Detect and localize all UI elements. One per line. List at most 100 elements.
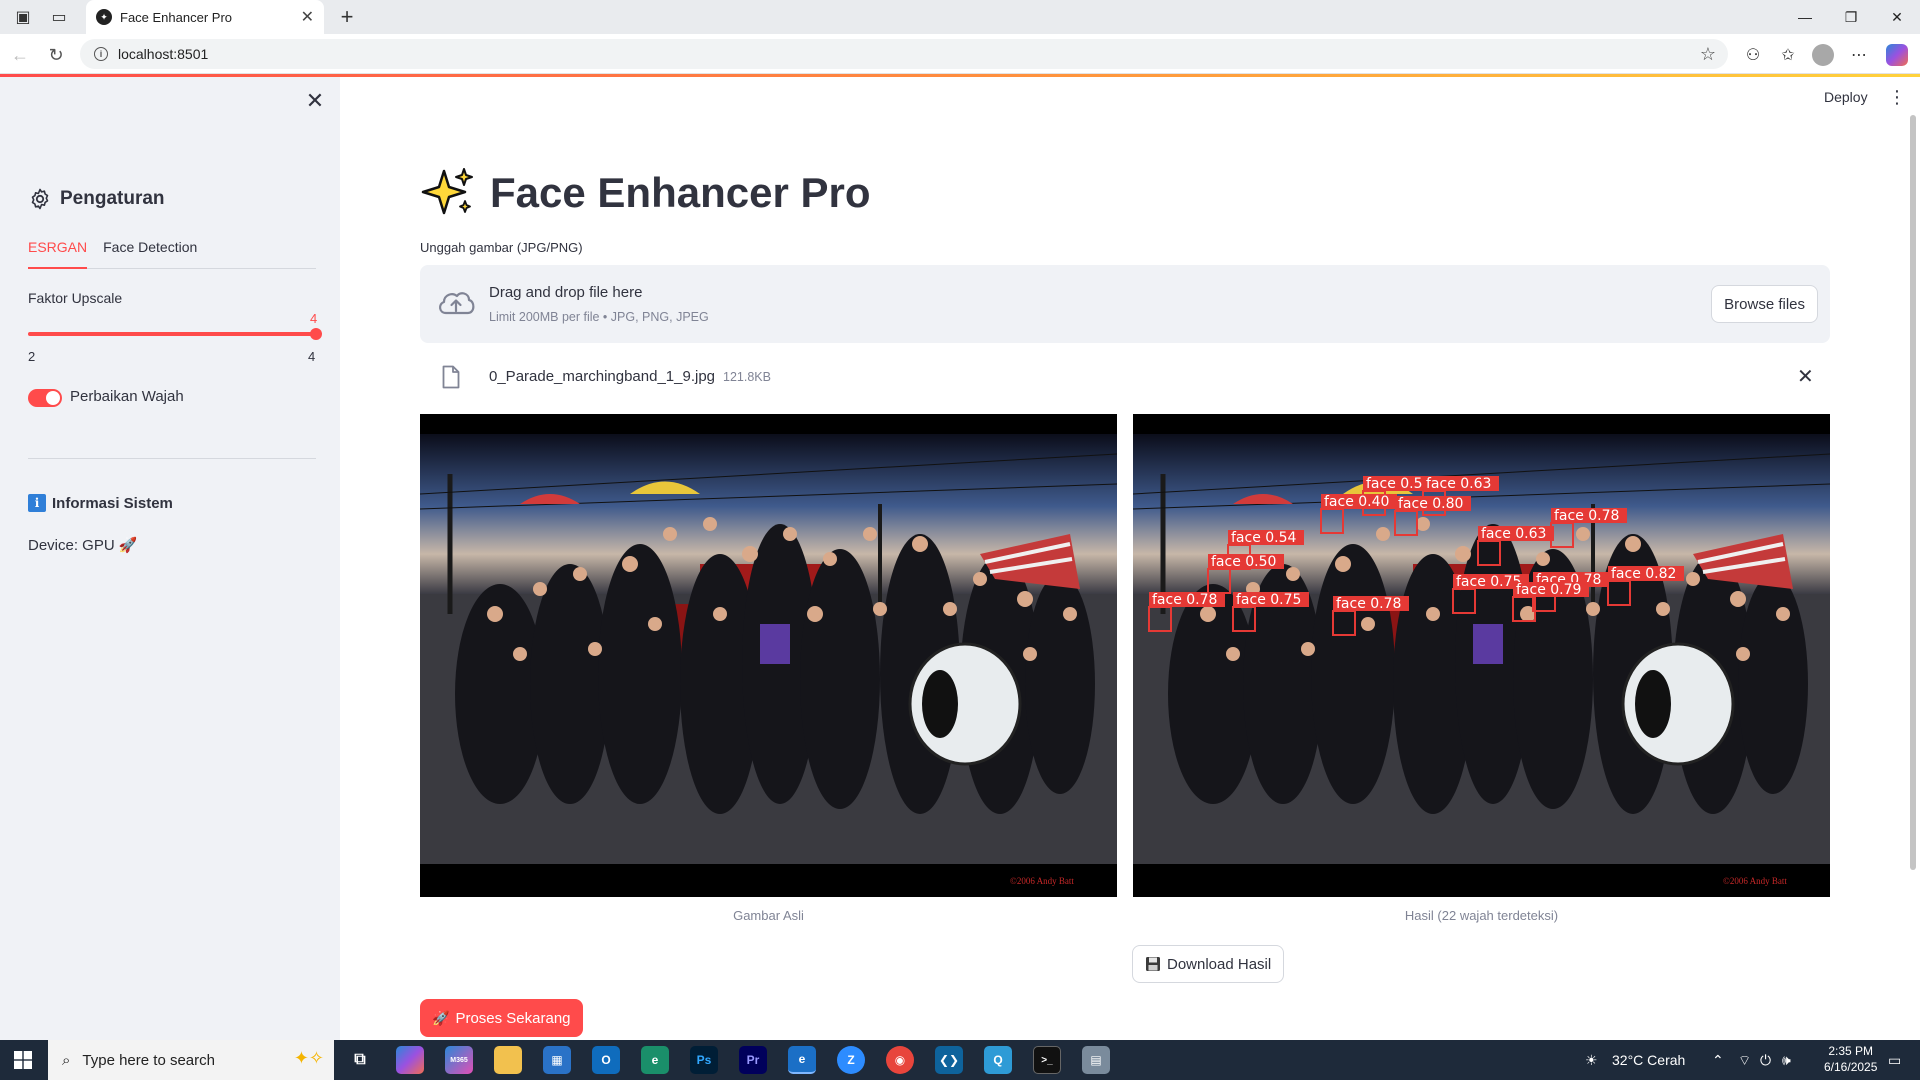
- close-window-button[interactable]: ✕: [1874, 0, 1920, 34]
- face-detection-label: face 0.78: [1152, 592, 1217, 608]
- edge-icon[interactable]: e: [788, 1046, 816, 1074]
- favorite-star-icon[interactable]: ☆: [1700, 44, 1716, 65]
- vscode-icon[interactable]: ❮❯: [935, 1046, 963, 1074]
- information-icon: i: [28, 494, 46, 512]
- uploaded-file-row: 0_Parade_marchingband_1_9.jpg 121.8KB ✕: [420, 359, 1830, 395]
- settings-tabs: ESRGAN Face Detection: [28, 239, 316, 269]
- dropzone-subtitle: Limit 200MB per file • JPG, PNG, JPEG: [489, 310, 709, 324]
- download-label: Download Hasil: [1167, 955, 1272, 973]
- sparkles-icon: [421, 168, 473, 215]
- site-info-icon[interactable]: i: [94, 47, 108, 61]
- process-now-button[interactable]: 🚀 Proses Sekarang: [420, 999, 583, 1037]
- network-icon[interactable]: ⌔: [1738, 1052, 1751, 1070]
- result-watermark: ©2006 Andy Batt: [1723, 876, 1787, 886]
- taskbar-clock[interactable]: 2:35 PM 6/16/2025: [1824, 1043, 1877, 1075]
- main-menu-icon[interactable]: ⋮: [1888, 87, 1906, 108]
- minimize-button[interactable]: —: [1782, 0, 1828, 34]
- taskbar-search-placeholder: Type here to search: [82, 1051, 215, 1069]
- page-title-text: Face Enhancer Pro: [490, 169, 871, 216]
- address-bar[interactable]: i localhost:8501 ☆: [80, 39, 1728, 69]
- result-photo-scene: ©2006 Andy Batt face 0.57face 0.63face 0…: [1133, 414, 1830, 897]
- restore-button[interactable]: ❐: [1828, 0, 1874, 34]
- search-highlight-icon: ✦✧: [293, 1048, 324, 1068]
- weather-icon[interactable]: ☀: [1585, 1052, 1598, 1069]
- copilot-icon[interactable]: [1884, 42, 1910, 68]
- face-detection-label: face 0.63: [1426, 476, 1491, 492]
- app-q-icon[interactable]: Q: [984, 1046, 1012, 1074]
- device-text: Device: GPU 🚀: [28, 537, 138, 554]
- sidebar-divider: [28, 458, 316, 459]
- floppy-disk-icon: [1146, 957, 1160, 971]
- face-detection-label: face 0.57: [1366, 476, 1431, 492]
- tab-title: Face Enhancer Pro: [120, 9, 233, 25]
- tab-actions-icon[interactable]: ▭: [42, 0, 76, 34]
- power-icon[interactable]: ⏻: [1760, 1052, 1771, 1069]
- profile-avatar[interactable]: [1810, 42, 1836, 68]
- outlook-icon[interactable]: O: [592, 1046, 620, 1074]
- gear-icon: [31, 188, 49, 210]
- sidebar: ✕ Pengaturan ESRGAN Face Detection Fakto…: [0, 77, 340, 1040]
- face-restore-toggle[interactable]: [28, 389, 62, 407]
- edge-beta-icon[interactable]: e: [641, 1046, 669, 1074]
- windows-start-icon[interactable]: [14, 1051, 32, 1069]
- face-detection-label: face 0.79: [1516, 582, 1581, 598]
- windows-taskbar: ⌕ Type here to search ✦✧ ⧉ M365 ▦ O e Ps…: [0, 1040, 1920, 1080]
- download-result-button[interactable]: Download Hasil: [1132, 945, 1285, 983]
- workspaces-icon[interactable]: ▣: [6, 0, 40, 34]
- dropzone-title: Drag and drop file here: [489, 284, 643, 301]
- tab-close-icon[interactable]: ✕: [301, 7, 314, 27]
- volume-icon[interactable]: 🕪: [1782, 1052, 1791, 1069]
- taskbar-search-box[interactable]: ⌕ Type here to search ✦✧: [48, 1040, 334, 1080]
- upscale-slider-track[interactable]: [28, 332, 316, 336]
- chrome-icon[interactable]: ◉: [886, 1046, 914, 1074]
- original-image: ©2006 Andy Batt: [420, 414, 1117, 897]
- face-detection-label: face 0.63: [1481, 526, 1546, 542]
- m365-app-icon[interactable]: M365: [445, 1046, 473, 1074]
- ms-store-icon[interactable]: ▦: [543, 1046, 571, 1074]
- browser-tab-active[interactable]: ✦ Face Enhancer Pro ✕: [86, 0, 324, 34]
- upscale-slider-label: Faktor Upscale: [28, 290, 123, 306]
- face-detection-label: face 0.40: [1324, 494, 1389, 510]
- extension-icon[interactable]: ⚇: [1740, 42, 1766, 68]
- tray-chevron-icon[interactable]: ⌃: [1712, 1052, 1724, 1069]
- file-explorer-icon[interactable]: [494, 1046, 522, 1074]
- tab-esrgan[interactable]: ESRGAN: [28, 239, 88, 269]
- face-detection-label: face 0.75: [1456, 574, 1521, 590]
- favorites-icon[interactable]: ✩: [1775, 42, 1801, 68]
- file-size: 121.8KB: [723, 370, 771, 384]
- browse-files-button[interactable]: Browse files: [1711, 285, 1818, 323]
- more-menu-icon[interactable]: ⋯: [1846, 42, 1872, 68]
- file-dropzone[interactable]: Drag and drop file here Limit 200MB per …: [420, 265, 1830, 343]
- process-label: Proses Sekarang: [455, 1009, 571, 1027]
- terminal-icon[interactable]: >_: [1033, 1046, 1061, 1074]
- page-title: Face Enhancer Pro: [420, 165, 870, 221]
- app-window-icon[interactable]: ▤: [1082, 1046, 1110, 1074]
- face-detection-label: face 0.78: [1554, 508, 1619, 524]
- search-icon: ⌕: [62, 1051, 71, 1069]
- notifications-icon[interactable]: ▭: [1888, 1052, 1901, 1069]
- page-scrollbar[interactable]: [1910, 115, 1916, 870]
- face-detection-label: face 0.75: [1236, 592, 1301, 608]
- copilot-app-icon[interactable]: [396, 1046, 424, 1074]
- file-icon: [442, 365, 460, 389]
- url-text: localhost:8501: [118, 46, 209, 62]
- upscale-slider-value: 4: [310, 311, 318, 326]
- system-info-header: i Informasi Sistem: [28, 494, 173, 512]
- close-sidebar-icon[interactable]: ✕: [303, 88, 327, 113]
- photoshop-icon[interactable]: Ps: [690, 1046, 718, 1074]
- tab-face-detection[interactable]: Face Detection: [103, 239, 197, 269]
- zoom-icon[interactable]: Z: [837, 1046, 865, 1074]
- weather-text[interactable]: 32°C Cerah: [1612, 1052, 1685, 1068]
- new-tab-button[interactable]: +: [334, 4, 360, 30]
- original-photo-scene: ©2006 Andy Batt: [420, 414, 1117, 897]
- remove-file-icon[interactable]: ✕: [1797, 364, 1814, 389]
- task-view-icon[interactable]: ⧉: [346, 1046, 374, 1074]
- original-caption: Gambar Asli: [733, 908, 804, 923]
- rocket-icon: 🚀: [432, 1009, 450, 1026]
- reload-button[interactable]: ↻: [42, 41, 70, 69]
- premiere-icon[interactable]: Pr: [739, 1046, 767, 1074]
- sidebar-title: Pengaturan: [60, 188, 165, 209]
- deploy-button[interactable]: Deploy: [1824, 89, 1868, 105]
- upscale-slider-thumb[interactable]: [310, 328, 322, 340]
- back-button[interactable]: ←: [6, 41, 34, 69]
